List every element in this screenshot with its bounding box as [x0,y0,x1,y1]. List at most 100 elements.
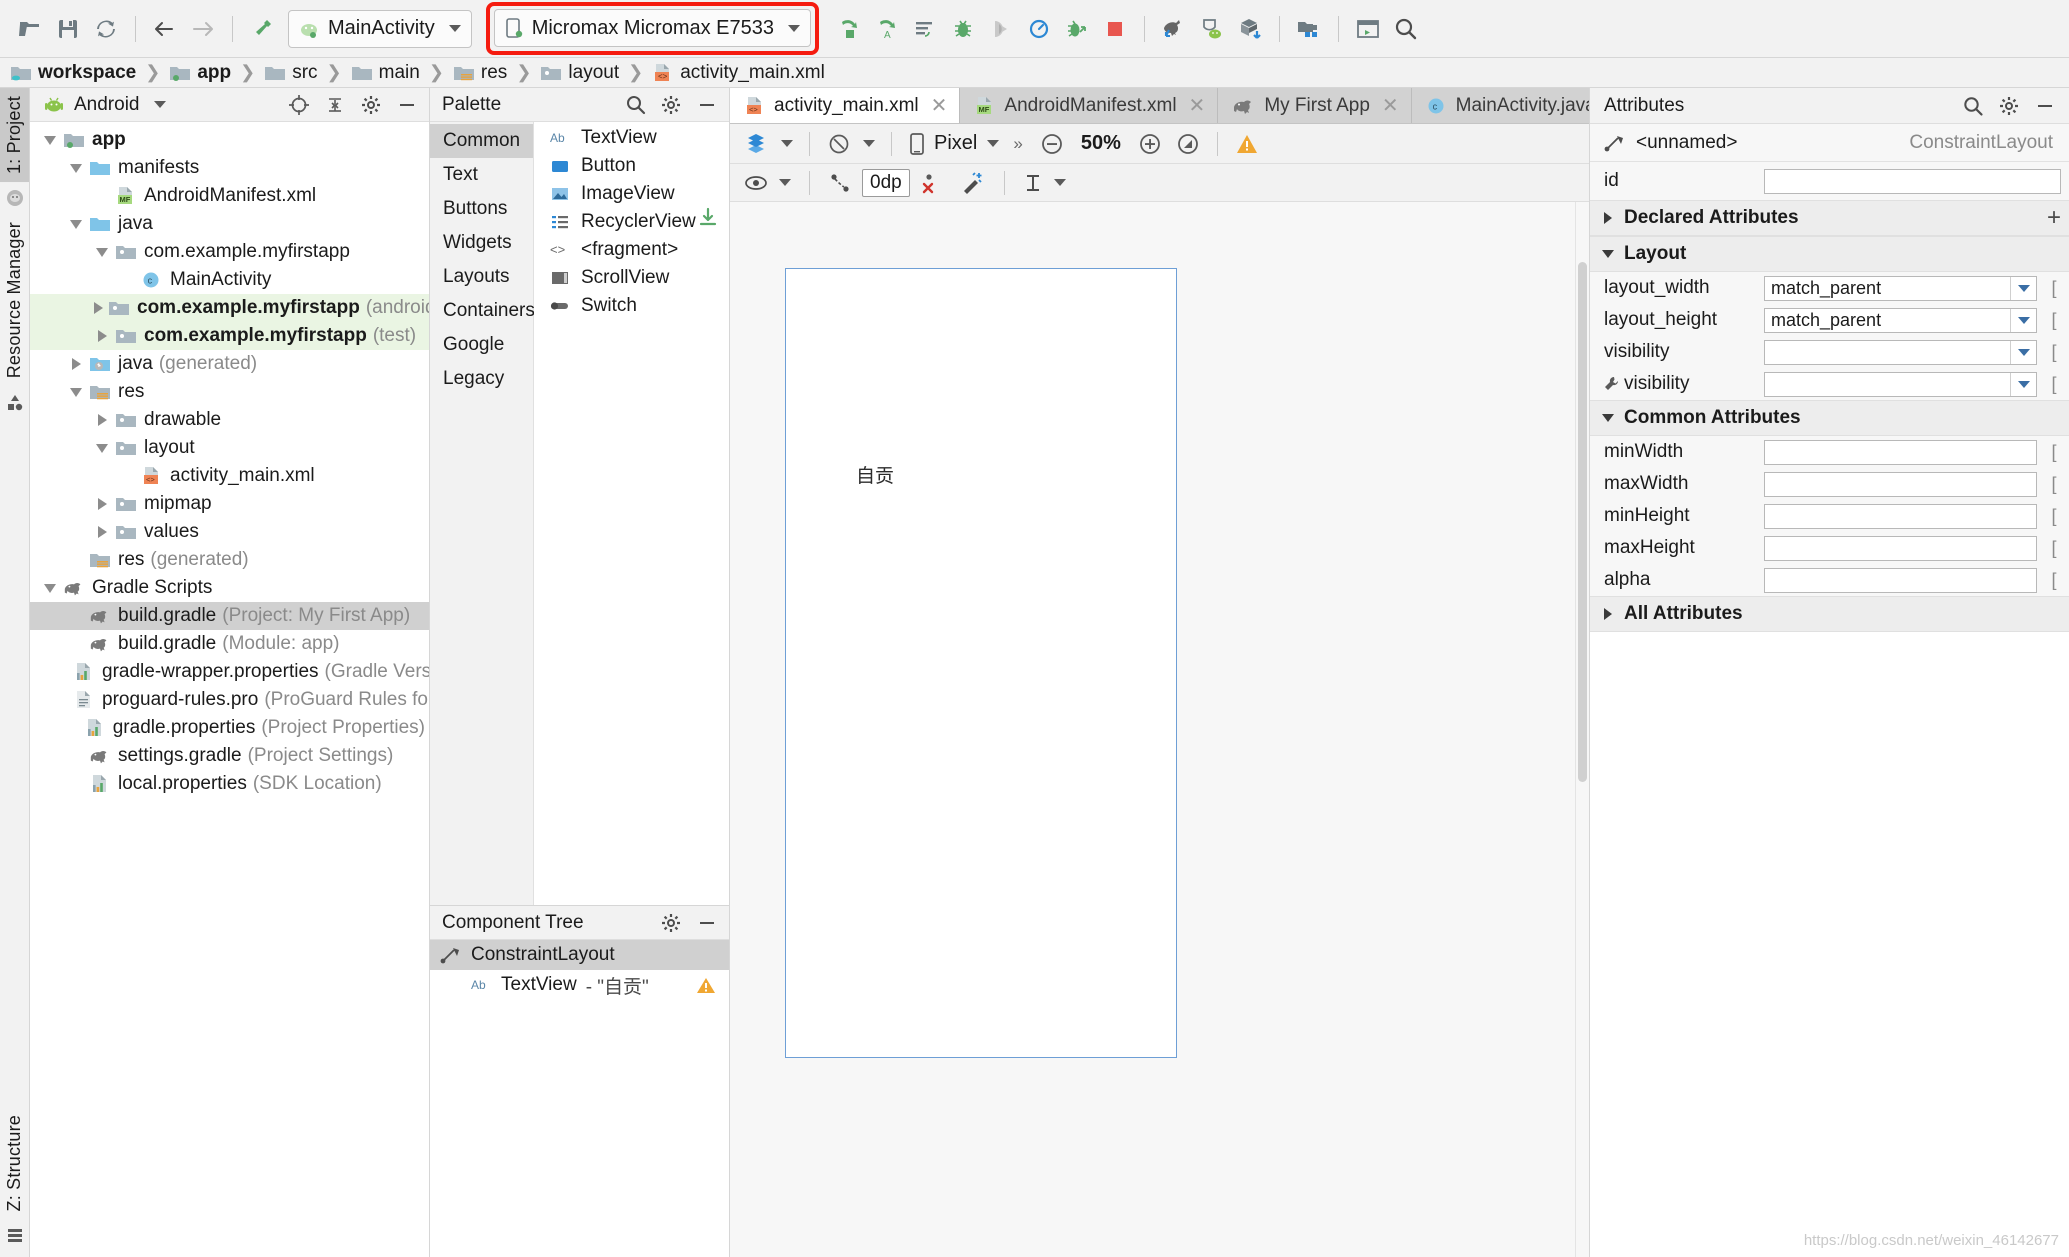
attribute-combobox[interactable]: match_parent [1764,275,2037,301]
palette-category-common[interactable]: Common [430,124,533,158]
attribute-input[interactable] [1764,471,2037,497]
warning-triangle-icon[interactable] [695,975,717,995]
run-with-coverage-icon[interactable] [907,11,943,47]
device-preview-label[interactable]: Pixel [934,132,977,155]
project-tree-row[interactable]: values [30,518,429,546]
chevron-down-icon[interactable] [42,580,58,596]
infer-constraints-icon[interactable] [956,168,990,198]
autoconnect-icon[interactable] [824,168,856,198]
search-everywhere-icon[interactable] [1388,11,1424,47]
attribute-combobox[interactable] [1764,339,2037,365]
breadcrumb-item-src[interactable]: src [264,62,318,84]
hide-panel-icon[interactable] [693,92,721,118]
default-margin-selector[interactable]: 0dp [862,168,910,197]
project-tree-row[interactable]: gradle-wrapper.properties(Gradle Version… [30,658,429,686]
chevron-right-icon[interactable] [94,300,103,316]
gradle-sync-icon[interactable] [1156,11,1192,47]
attribute-resource-picker[interactable]: [ [2047,474,2061,495]
chevron-right-icon[interactable] [94,412,110,428]
close-icon[interactable]: ✕ [931,93,948,118]
attribute-input[interactable] [1764,567,2037,593]
warning-triangle-icon[interactable] [1230,129,1264,159]
chevron-right-icon[interactable] [94,496,110,512]
attribute-resource-picker[interactable]: [ [2047,342,2061,363]
editor-tab[interactable]: My First App ✕ [1218,88,1412,123]
download-icon[interactable] [697,206,719,228]
tool-tab-resource-manager[interactable]: Resource Manager [0,214,29,386]
palette-item[interactable]: ImageView [534,180,729,208]
palette-item[interactable]: Ab TextView [534,124,729,152]
chevron-down-icon[interactable] [94,244,110,260]
open-folder-icon[interactable] [12,11,48,47]
palette-category-containers[interactable]: Containers [430,294,535,328]
attribute-section-header[interactable]: Common Attributes [1590,400,2069,436]
project-tree-row[interactable]: res [30,378,429,406]
project-tree-row[interactable]: build.gradle (Module: app) [30,630,429,658]
chevron-right-icon[interactable] [94,524,110,540]
project-tree-row[interactable]: app [30,126,429,154]
profiler-icon[interactable] [1021,11,1057,47]
project-structure-icon[interactable] [1291,11,1327,47]
attribute-combobox[interactable] [1764,371,2037,397]
breadcrumb-item-res[interactable]: res [453,62,507,84]
chevron-right-icon[interactable] [68,356,84,372]
tool-tab-structure[interactable]: Z: Structure [0,1107,29,1219]
component-tree-row[interactable]: ConstraintLayout [430,940,729,970]
project-tree-row[interactable]: com.example.myfirstapp [30,238,429,266]
project-tree-row[interactable]: Gradle Scripts [30,574,429,602]
project-tree-row[interactable]: res (generated) [30,546,429,574]
attribute-resource-picker[interactable]: [ [2047,442,2061,463]
project-tree-row[interactable]: gradle.properties (Project Properties) [30,714,429,742]
project-tree-row[interactable]: com.example.myfirstapp(androidTest) [30,294,429,322]
chevron-right-icon[interactable] [94,328,110,344]
apply-changes-icon[interactable]: A [869,11,905,47]
hide-panel-icon[interactable] [2031,93,2059,119]
chevron-down-icon[interactable] [2010,372,2036,396]
palette-category-layouts[interactable]: Layouts [430,260,533,294]
palette-items[interactable]: Ab TextView Button ImageView RecyclerView <> <… [534,122,729,905]
chevron-down-icon[interactable] [987,140,1000,147]
chevron-down-icon[interactable] [1600,414,1616,422]
forward-arrow-icon[interactable] [185,11,221,47]
project-tree-row[interactable]: mipmap [30,490,429,518]
chevron-down-icon[interactable] [68,160,84,176]
project-tree-row[interactable]: proguard-rules.pro(ProGuard Rules for ap… [30,686,429,714]
chevron-down-icon[interactable] [68,384,84,400]
attribute-section-header[interactable]: Declared Attributes + [1590,200,2069,236]
id-input[interactable] [1764,168,2061,194]
chevron-down-icon[interactable] [2010,308,2036,332]
breadcrumb-item-main[interactable]: main [351,62,420,84]
sdk-manager-icon[interactable] [1232,11,1268,47]
preview-textview[interactable]: 自贡 [856,461,894,488]
add-attribute-button[interactable]: + [2047,204,2069,232]
editor-tab[interactable]: <> activity_main.xml ✕ [730,88,961,123]
attribute-resource-picker[interactable]: [ [2047,506,2061,527]
locate-target-icon[interactable] [285,92,313,118]
debug-apk-icon[interactable] [1059,11,1095,47]
attribute-section-header[interactable]: All Attributes [1590,596,2069,632]
palette-category-text[interactable]: Text [430,158,533,192]
add-guideline-icon[interactable] [1019,168,1070,198]
project-tree-row[interactable]: java (generated) [30,350,429,378]
project-tree-row[interactable]: <> activity_main.xml [30,462,429,490]
palette-item[interactable]: ScrollView [534,264,729,292]
build-hammer-icon[interactable] [244,11,280,47]
zoom-to-fit-icon[interactable] [1171,129,1205,159]
device-preview-frame[interactable]: 自贡 [785,268,1177,1058]
attribute-input[interactable] [1764,439,2037,465]
palette-category-buttons[interactable]: Buttons [430,192,533,226]
editor-tabs[interactable]: <> activity_main.xml ✕ MF AndroidManifest.xm… [730,88,1638,124]
avd-manager-icon[interactable] [1194,11,1230,47]
project-tree-row[interactable]: MF AndroidManifest.xml [30,182,429,210]
attach-debugger-icon[interactable] [983,11,1019,47]
device-selector[interactable]: Micromax Micromax E7533 [493,9,811,47]
attribute-resource-picker[interactable]: [ [2047,278,2061,299]
project-tree-row[interactable]: layout [30,434,429,462]
hide-panel-icon[interactable] [393,92,421,118]
tool-tab-project[interactable]: 1: Project [0,88,29,183]
zoom-out-icon[interactable] [1035,129,1069,159]
breadcrumb-item-workspace[interactable]: workspace [10,62,136,84]
layout-inspector-icon[interactable] [1350,11,1386,47]
design-canvas[interactable]: 自贡 [730,202,1575,1257]
palette-categories[interactable]: Common Text Buttons Widgets Layouts Container… [430,122,535,905]
